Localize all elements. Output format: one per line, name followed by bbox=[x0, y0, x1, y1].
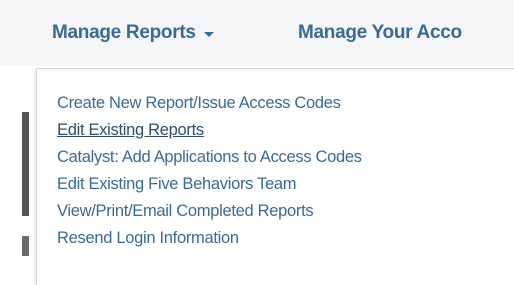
manage-reports-menu[interactable]: Manage Reports bbox=[52, 0, 214, 66]
menu-item-resend-login-information[interactable]: Resend Login Information bbox=[57, 225, 362, 252]
manage-reports-dropdown: Create New Report/Issue Access Codes Edi… bbox=[36, 68, 514, 285]
top-navbar: Manage Reports Manage Your Acco bbox=[0, 0, 514, 66]
menu-item-catalyst-add-applications[interactable]: Catalyst: Add Applications to Access Cod… bbox=[57, 144, 362, 171]
menu-item-view-print-email-reports[interactable]: View/Print/Email Completed Reports bbox=[57, 198, 362, 225]
menu-item-edit-five-behaviors-team[interactable]: Edit Existing Five Behaviors Team bbox=[57, 171, 362, 198]
dropdown-menu-list: Create New Report/Issue Access Codes Edi… bbox=[57, 90, 362, 252]
manage-account-menu[interactable]: Manage Your Acco bbox=[298, 0, 462, 66]
menu-item-create-new-report[interactable]: Create New Report/Issue Access Codes bbox=[57, 90, 362, 117]
background-content-bar bbox=[22, 236, 29, 256]
caret-down-icon bbox=[203, 31, 214, 37]
menu-item-edit-existing-reports[interactable]: Edit Existing Reports bbox=[57, 117, 362, 144]
page: Manage Reports Manage Your Acco Create N… bbox=[0, 0, 514, 285]
manage-account-label: Manage Your Acco bbox=[298, 22, 462, 43]
background-content-bar bbox=[22, 112, 29, 216]
manage-reports-label: Manage Reports bbox=[52, 22, 196, 43]
